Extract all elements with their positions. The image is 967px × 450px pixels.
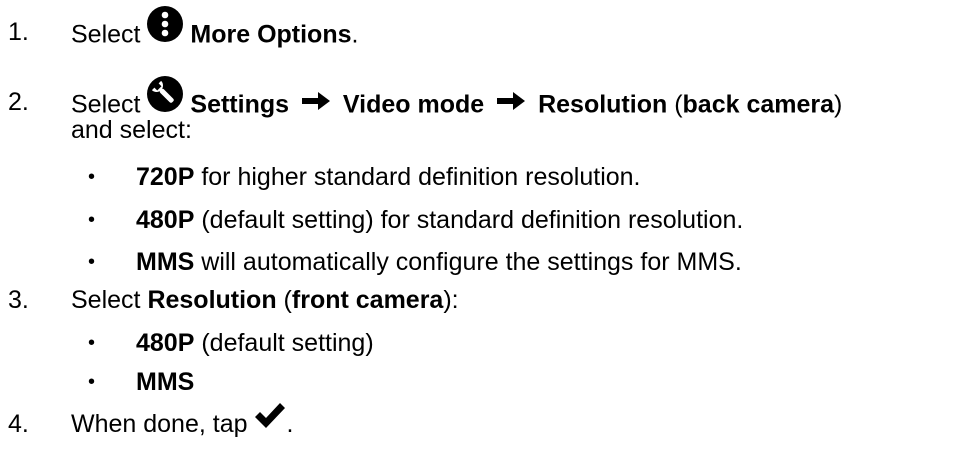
- instruction-text: When done, tap: [71, 410, 248, 438]
- more-options-label: More Options: [190, 20, 352, 49]
- bullet-text: 480P (default setting): [136, 323, 374, 363]
- arrow-right-icon: [497, 83, 526, 123]
- paren-open: (: [276, 286, 292, 314]
- bullet: •: [88, 251, 96, 273]
- bullet-text: MMS will automatically configure the set…: [136, 242, 742, 282]
- option-name: 480P: [136, 329, 195, 357]
- bullet: •: [88, 209, 96, 231]
- continuation-text: and select:: [71, 116, 192, 144]
- step-text: When done, tap .: [71, 402, 294, 445]
- resolution-label: Resolution: [147, 286, 277, 314]
- bullet-text: 480P (default setting) for standard defi…: [136, 200, 743, 240]
- step-text: Select Resolution (front camera):: [71, 280, 459, 320]
- bullet: •: [88, 332, 96, 354]
- colon: :: [451, 286, 459, 314]
- step-text: Select More Options.: [71, 6, 359, 60]
- option-name: 480P: [136, 206, 195, 234]
- settings-label: Settings: [190, 90, 290, 119]
- front-camera-label: front camera: [291, 286, 444, 314]
- option-description: (default setting) for standard definitio…: [194, 206, 744, 234]
- step-number: 1.: [8, 18, 29, 46]
- select-word: Select: [71, 286, 141, 314]
- step-number: 3.: [8, 286, 29, 314]
- back-camera-label: back camera: [682, 90, 835, 119]
- paren-open: (: [667, 90, 683, 119]
- option-name: MMS: [136, 248, 195, 276]
- option-description: (default setting): [194, 329, 374, 357]
- video-mode-label: Video mode: [342, 90, 485, 119]
- bullet-text: 720P for higher standard definition reso…: [136, 157, 641, 197]
- arrow-right-icon: [301, 83, 330, 123]
- step-number: 4.: [8, 410, 29, 438]
- period: .: [286, 410, 294, 438]
- bullet: •: [88, 166, 96, 188]
- option-description: will automatically configure the setting…: [194, 248, 742, 276]
- option-name: 720P: [136, 163, 195, 191]
- paren-close: ): [834, 90, 843, 119]
- option-name: MMS: [136, 368, 195, 396]
- select-word: Select: [71, 20, 141, 49]
- step-number: 2.: [8, 88, 29, 116]
- option-description: for higher standard definition resolutio…: [194, 163, 641, 191]
- checkmark-icon: [254, 402, 286, 442]
- bullet-text: MMS: [136, 362, 194, 402]
- period: .: [351, 20, 359, 49]
- more-options-icon: [147, 6, 184, 54]
- resolution-label: Resolution: [538, 90, 668, 119]
- paren-close: ): [443, 286, 452, 314]
- bullet: •: [88, 371, 96, 393]
